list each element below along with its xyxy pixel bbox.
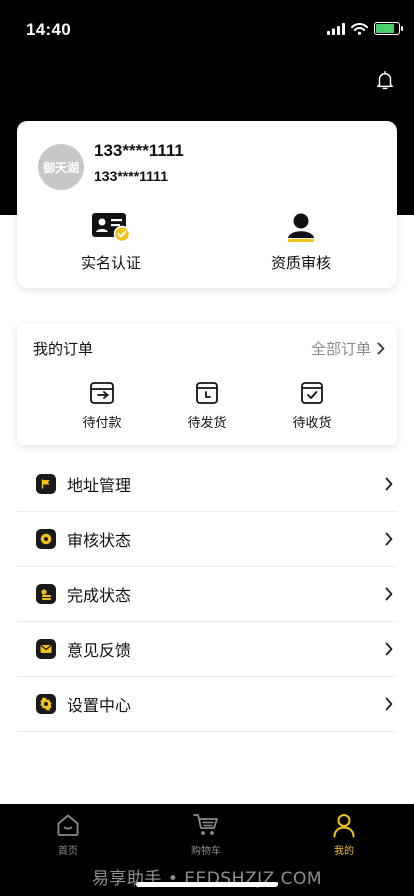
- wifi-icon: [351, 22, 368, 35]
- status-bar: 14:40: [0, 0, 414, 54]
- chevron-right-icon: [377, 342, 385, 355]
- bell-icon[interactable]: [374, 69, 396, 91]
- menu-item-label: 设置中心: [67, 696, 132, 715]
- user-phone: 133****1111: [94, 168, 168, 184]
- order-pending-receipt[interactable]: 待收货: [272, 380, 352, 431]
- status-icons: [327, 22, 403, 35]
- mail-icon: [36, 639, 56, 659]
- coin-stack-icon: [36, 584, 56, 604]
- order-pending-shipment-label: 待发货: [187, 416, 227, 431]
- signal-icon: [327, 22, 345, 35]
- chevron-right-icon: [385, 532, 393, 546]
- menu-item-label: 意见反馈: [67, 641, 132, 660]
- box-clock-icon: [196, 382, 218, 404]
- tab-bar: 首页 购物车 我的 易享助手 • EEDSHZJZ.COM: [0, 804, 414, 896]
- tab-cart[interactable]: 购物车: [166, 812, 246, 857]
- home-indicator[interactable]: [136, 882, 278, 887]
- real-name-auth-label: 实名认证: [80, 254, 141, 272]
- chevron-right-icon: [385, 477, 393, 491]
- real-name-auth-button[interactable]: 实名认证: [46, 211, 176, 273]
- avatar[interactable]: 御天湖: [38, 144, 84, 190]
- all-orders-label: 全部订单: [310, 340, 371, 358]
- tab-cart-label: 购物车: [191, 846, 221, 857]
- user-name: 133****1111: [94, 141, 184, 160]
- battery-icon: [374, 22, 403, 35]
- flag-icon: [36, 474, 56, 494]
- qualification-review-label: 资质审核: [270, 254, 331, 272]
- menu-item-completion-status[interactable]: 完成状态: [17, 567, 397, 622]
- chevron-right-icon: [385, 587, 393, 601]
- menu-item-label: 完成状态: [67, 586, 132, 605]
- tab-home-label: 首页: [58, 846, 78, 857]
- menu-item-settings[interactable]: 设置中心: [17, 677, 397, 732]
- orders-card: 我的订单 全部订单 待付款 待发货 待收货: [17, 324, 397, 445]
- cart-icon: [193, 814, 218, 835]
- menu-item-feedback[interactable]: 意见反馈: [17, 622, 397, 677]
- id-card-verified-icon: [92, 213, 131, 243]
- user-silhouette-icon: [288, 213, 314, 242]
- box-check-icon: [301, 382, 323, 404]
- order-pending-shipment[interactable]: 待发货: [167, 380, 247, 431]
- order-pending-receipt-label: 待收货: [292, 416, 332, 431]
- qualification-review-button[interactable]: 资质审核: [236, 211, 366, 273]
- menu-item-review-status[interactable]: 审核状态: [17, 512, 397, 567]
- status-time: 14:40: [26, 20, 71, 39]
- orders-title: 我的订单: [33, 340, 94, 358]
- menu-item-label: 审核状态: [67, 531, 132, 550]
- menu-item-label: 地址管理: [67, 476, 132, 495]
- chevron-right-icon: [385, 697, 393, 711]
- tab-home[interactable]: 首页: [28, 812, 108, 857]
- wallet-out-icon: [90, 382, 114, 404]
- order-pending-payment[interactable]: 待付款: [62, 380, 142, 431]
- gear-icon: [36, 529, 56, 549]
- person-icon: [333, 814, 355, 838]
- battery-fill: [376, 24, 394, 33]
- all-orders-link[interactable]: 全部订单: [311, 338, 385, 359]
- profile-card: 御天湖 133****1111 133****1111 实名认证 资质审核: [17, 121, 397, 288]
- menu-item-address[interactable]: 地址管理: [17, 457, 397, 512]
- home-icon: [57, 814, 79, 836]
- chevron-right-icon: [385, 642, 393, 656]
- settings-menu: 地址管理 审核状态 完成状态 意见反馈 设置中心: [17, 457, 397, 732]
- tab-profile-label: 我的: [334, 846, 354, 857]
- settings-icon: [36, 694, 56, 714]
- tab-profile[interactable]: 我的: [304, 812, 384, 857]
- order-pending-payment-label: 待付款: [82, 416, 122, 431]
